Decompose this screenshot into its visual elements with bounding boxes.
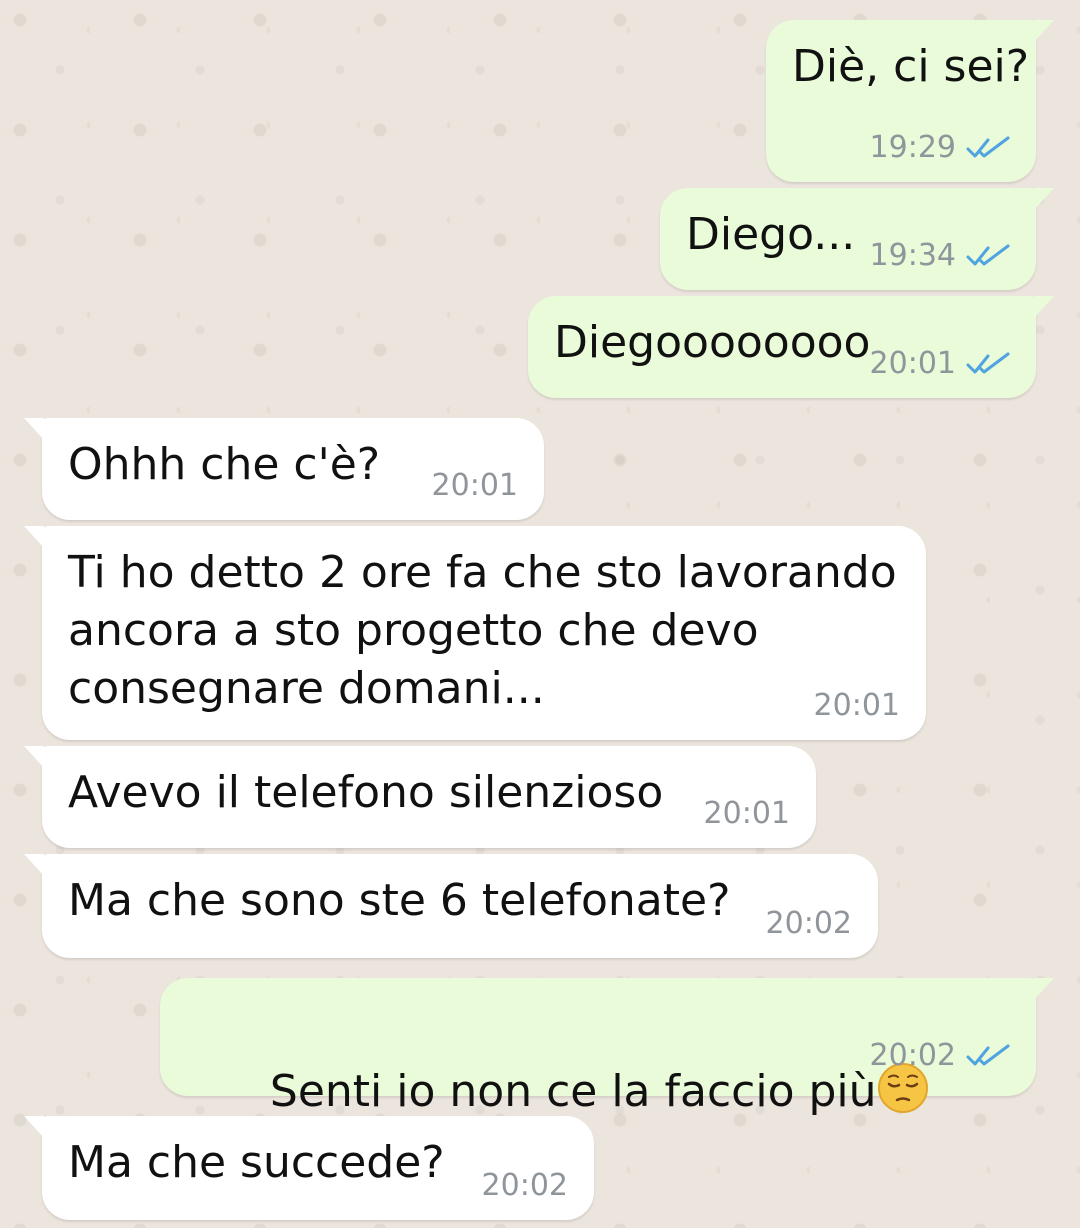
message-time: 19:34: [869, 238, 956, 273]
message-meta: 20:01: [704, 796, 790, 832]
message-text: Ma che succede?: [68, 1137, 445, 1188]
incoming-message[interactable]: Ti ho detto 2 ore fa che sto lavorando a…: [24, 526, 926, 740]
message-text: Ohhh che c'è?: [68, 439, 381, 490]
message-text: Diegoooooooo: [554, 317, 871, 368]
outgoing-message[interactable]: Diè, ci sei? 19:29: [766, 20, 1054, 182]
message-time: 20:02: [765, 906, 852, 941]
outgoing-message[interactable]: Diegoooooooo 20:01: [528, 296, 1054, 398]
message-meta: 20:02: [482, 1168, 568, 1204]
message-meta: 19:34: [870, 238, 1010, 274]
message-meta: 20:01: [432, 468, 518, 504]
message-time: 19:29: [869, 130, 956, 165]
message-meta: 20:02: [766, 906, 852, 942]
message-time: 20:02: [481, 1168, 568, 1203]
outgoing-message[interactable]: Diego... 19:34: [660, 188, 1054, 290]
message-time: 20:01: [813, 688, 900, 723]
message-time: 20:02: [869, 1038, 956, 1073]
message-text: Ti ho detto 2 ore fa che sto lavorando a…: [68, 547, 897, 714]
message-text: Diè, ci sei?: [792, 41, 1030, 92]
message-time: 20:01: [431, 468, 518, 503]
message-meta: 19:29: [870, 130, 1010, 166]
double-check-read-icon: [966, 1044, 1010, 1066]
message-time: 20:01: [869, 346, 956, 381]
double-check-read-icon: [966, 136, 1010, 158]
incoming-message[interactable]: Ohhh che c'è? 20:01: [24, 418, 544, 520]
message-meta: 20:02: [870, 1038, 1010, 1074]
incoming-message[interactable]: Ma che sono ste 6 telefonate? 20:02: [24, 854, 878, 958]
incoming-message[interactable]: Ma che succede? 20:02: [24, 1116, 594, 1220]
double-check-read-icon: [966, 244, 1010, 266]
message-text: Diego...: [686, 209, 856, 260]
double-check-read-icon: [966, 352, 1010, 374]
incoming-message[interactable]: Avevo il telefono silenzioso 20:01: [24, 746, 816, 848]
message-meta: 20:01: [814, 688, 900, 724]
message-text: Senti io non ce la faccio più: [269, 1066, 877, 1117]
message-text: Ma che sono ste 6 telefonate?: [68, 875, 731, 926]
message-time: 20:01: [703, 796, 790, 831]
outgoing-message[interactable]: Senti io non ce la faccio più 20:02: [160, 978, 1054, 1117]
message-meta: 20:01: [870, 346, 1010, 382]
message-list[interactable]: Diè, ci sei? 19:29 Diego... 19:34 Diegoo…: [0, 0, 1080, 1228]
message-text: Avevo il telefono silenzioso: [68, 767, 664, 818]
